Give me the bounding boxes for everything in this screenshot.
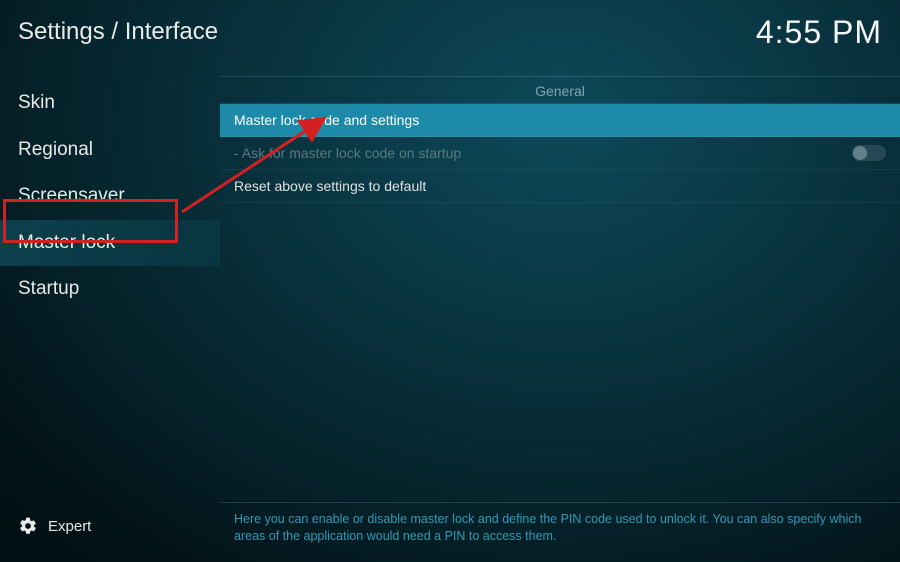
section-header: General [220,77,900,104]
breadcrumb: Settings / Interface [18,18,218,46]
footer: Expert Here you can enable or disable ma… [0,502,900,562]
clock: 4:55 PM [756,14,882,51]
sidebar-item-label: Startup [18,278,79,299]
toggle-icon[interactable] [852,145,886,161]
sidebar-item-skin[interactable]: Skin [0,80,220,127]
settings-level-label: Expert [48,518,91,535]
main: Skin Regional Screensaver Master lock St… [0,60,900,502]
setting-label: - Ask for master lock code on startup [234,145,852,161]
sidebar: Skin Regional Screensaver Master lock St… [0,60,220,502]
sidebar-item-label: Screensaver [18,185,125,206]
setting-label: Master lock code and settings [234,112,886,128]
sidebar-item-screensaver[interactable]: Screensaver [0,173,220,220]
header: Settings / Interface 4:55 PM [0,0,900,60]
settings-level-button[interactable]: Expert [0,502,220,562]
setting-master-lock-code[interactable]: Master lock code and settings [220,104,900,137]
content: General Master lock code and settings - … [220,60,900,502]
sidebar-item-label: Regional [18,139,93,160]
setting-label: Reset above settings to default [234,178,886,194]
sidebar-item-label: Master lock [18,232,115,253]
sidebar-item-startup[interactable]: Startup [0,266,220,313]
help-text: Here you can enable or disable master lo… [234,511,886,545]
setting-reset-defaults[interactable]: Reset above settings to default [220,170,900,203]
sidebar-item-label: Skin [18,92,55,113]
help-box: Here you can enable or disable master lo… [220,502,900,562]
gear-icon [18,516,38,536]
setting-ask-on-startup[interactable]: - Ask for master lock code on startup [220,137,900,170]
sidebar-item-master-lock[interactable]: Master lock [0,220,220,267]
sidebar-item-regional[interactable]: Regional [0,127,220,174]
